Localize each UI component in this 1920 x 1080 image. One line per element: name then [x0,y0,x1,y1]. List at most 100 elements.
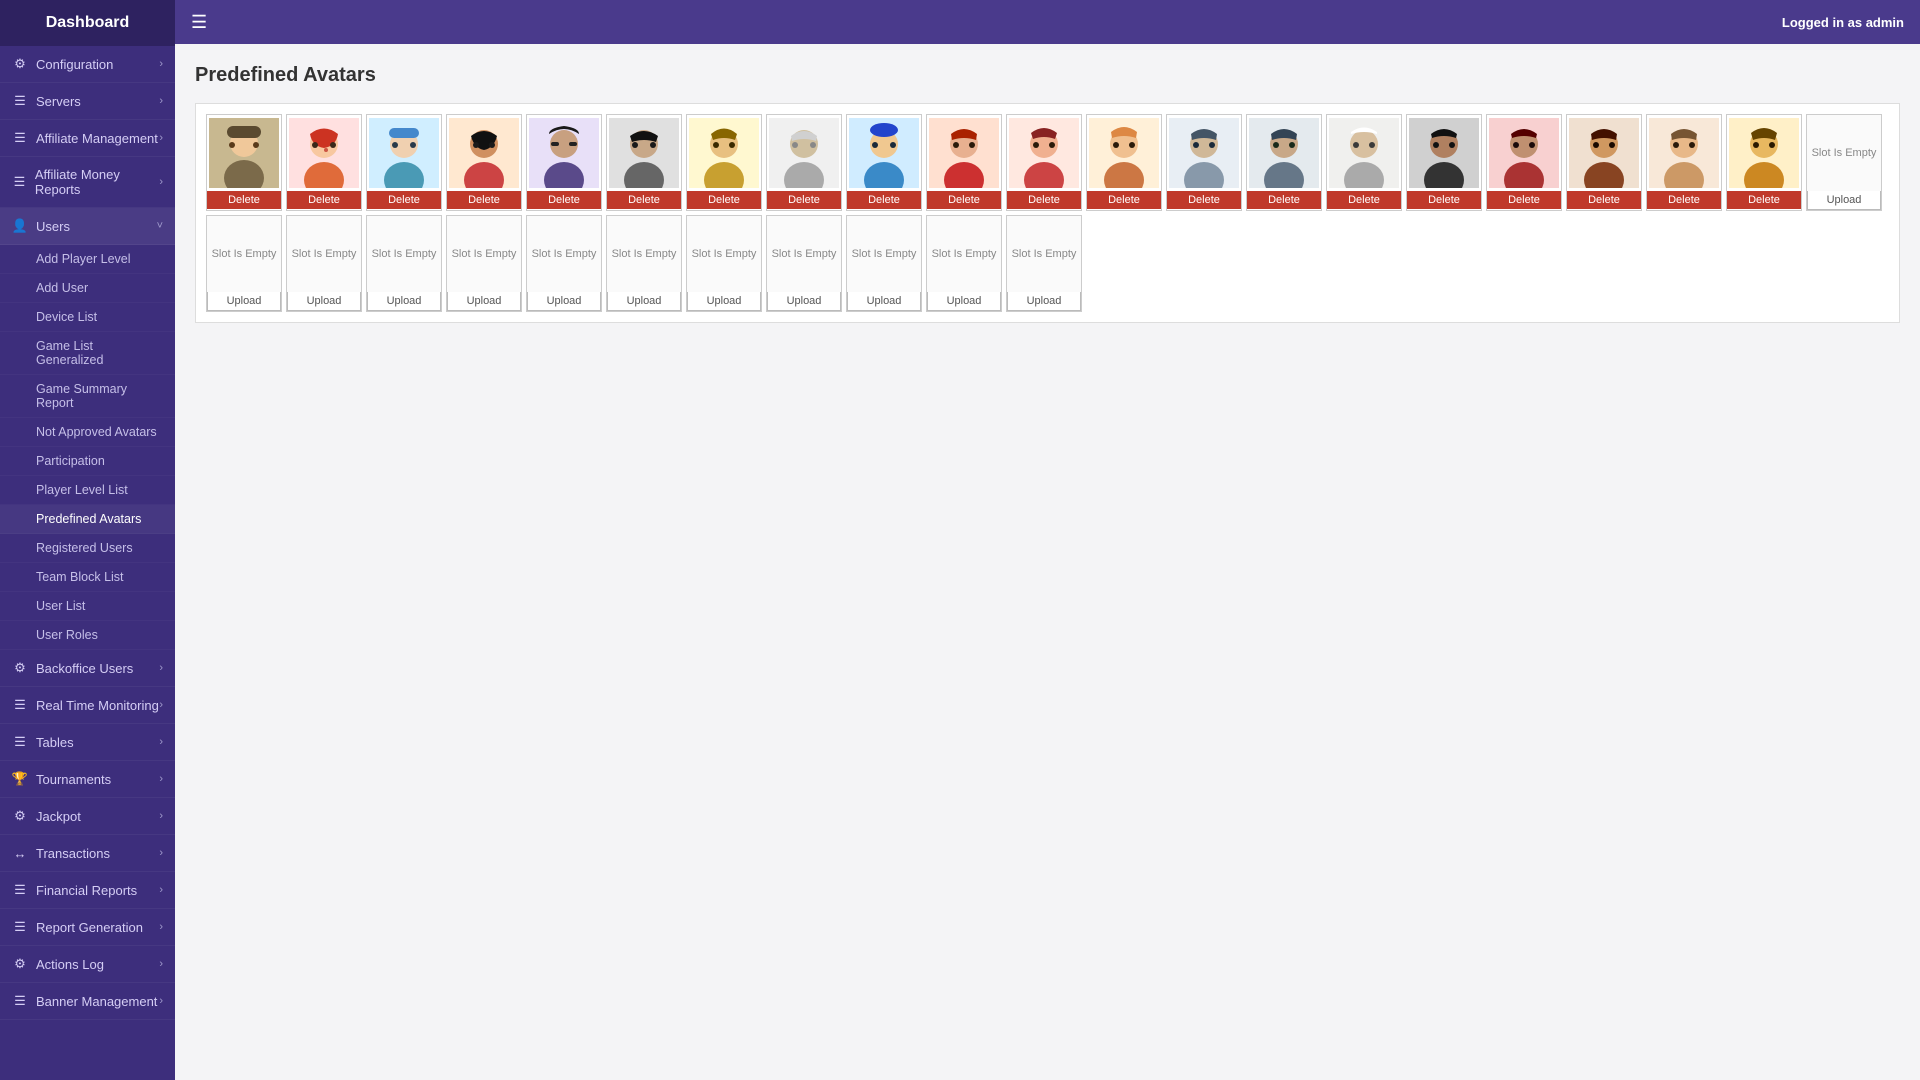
chevron-right-icon: › [159,662,163,674]
sidebar-sub-item-game-list-generalized[interactable]: Game List Generalized [0,332,175,375]
sidebar-sub-item-game-summary-report[interactable]: Game Summary Report [0,375,175,418]
upload-button-23[interactable]: Upload [287,292,361,311]
avatar-slot-21: Slot Is Empty Upload [1806,114,1882,211]
sidebar-item-backoffice-users[interactable]: ⚙ Backoffice Users › [0,650,175,687]
slot-empty-label-28: Slot Is Empty [686,216,762,292]
delete-button-16[interactable]: Delete [1407,191,1481,209]
delete-button-13[interactable]: Delete [1167,191,1241,209]
avatar-slot-19: Delete [1646,114,1722,211]
delete-button-20[interactable]: Delete [1727,191,1801,209]
delete-button-18[interactable]: Delete [1567,191,1641,209]
avatar-slot-3: Delete [366,114,442,211]
avatar-image-19 [1646,115,1722,191]
sidebar-item-affiliate-management[interactable]: ☰ Affiliate Management › [0,120,175,157]
sidebar-item-users[interactable]: 👤 Users ˅ [0,208,175,245]
sidebar-sub-item-device-list[interactable]: Device List [0,303,175,332]
avatar-slot-14: Delete [1246,114,1322,211]
chevron-right-icon: › [159,958,163,970]
avatar-slot-27: Slot Is Empty Upload [606,215,682,312]
delete-button-11[interactable]: Delete [1007,191,1081,209]
upload-button-27[interactable]: Upload [607,292,681,311]
delete-button-4[interactable]: Delete [447,191,521,209]
delete-button-7[interactable]: Delete [687,191,761,209]
chevron-right-icon: › [159,810,163,822]
sidebar-item-banner-management[interactable]: ☰ Banner Management › [0,983,175,1020]
upload-button-26[interactable]: Upload [527,292,601,311]
sidebar-sub-item-not-approved-avatars[interactable]: Not Approved Avatars [0,418,175,447]
sidebar-item-configuration[interactable]: ⚙ Configuration › [0,46,175,83]
sidebar-sub-item-user-list[interactable]: User List [0,592,175,621]
page-title: Predefined Avatars [195,64,1900,87]
sidebar-sub-item-add-player-level[interactable]: Add Player Level [0,245,175,274]
upload-button-22[interactable]: Upload [207,292,281,311]
avatar-image-6 [606,115,682,191]
delete-button-6[interactable]: Delete [607,191,681,209]
avatar-image-9 [846,115,922,191]
sidebar-item-report-generation[interactable]: ☰ Report Generation › [0,909,175,946]
sidebar-item-servers[interactable]: ☰ Servers › [0,83,175,120]
avatar-slot-11: Delete [1006,114,1082,211]
sidebar-item-affiliate-money-reports[interactable]: ☰ Affiliate Money Reports › [0,157,175,208]
avatar-image-2 [286,115,362,191]
slot-empty-label-25: Slot Is Empty [446,216,522,292]
sidebar-item-tournaments[interactable]: 🏆 Tournaments › [0,761,175,798]
sidebar-title: Dashboard [0,0,175,46]
delete-button-17[interactable]: Delete [1487,191,1561,209]
avatar-slot-28: Slot Is Empty Upload [686,215,762,312]
slot-empty-label-22: Slot Is Empty [206,216,282,292]
hamburger-menu-button[interactable]: ☰ [191,12,207,33]
sidebar-item-jackpot[interactable]: ⚙ Jackpot › [0,798,175,835]
sidebar-sub-item-registered-users[interactable]: Registered Users [0,534,175,563]
upload-button-32[interactable]: Upload [1007,292,1081,311]
avatar-slot-30: Slot Is Empty Upload [846,215,922,312]
sidebar-item-tables[interactable]: ☰ Tables › [0,724,175,761]
sidebar-sub-item-predefined-avatars[interactable]: Predefined Avatars [0,505,175,534]
upload-button-30[interactable]: Upload [847,292,921,311]
sidebar-sub-item-player-level-list[interactable]: Player Level List [0,476,175,505]
delete-button-3[interactable]: Delete [367,191,441,209]
delete-button-2[interactable]: Delete [287,191,361,209]
avatar-slot-5: Delete [526,114,602,211]
delete-button-12[interactable]: Delete [1087,191,1161,209]
tables-icon: ☰ [12,734,28,750]
avatar-slot-13: Delete [1166,114,1242,211]
sidebar-sub-item-add-user[interactable]: Add User [0,274,175,303]
avatar-slot-25: Slot Is Empty Upload [446,215,522,312]
upload-button-29[interactable]: Upload [767,292,841,311]
delete-button-10[interactable]: Delete [927,191,1001,209]
upload-button-25[interactable]: Upload [447,292,521,311]
sidebar-item-actions-log[interactable]: ⚙ Actions Log › [0,946,175,983]
upload-button-24[interactable]: Upload [367,292,441,311]
sidebar-sub-item-user-roles[interactable]: User Roles [0,621,175,650]
avatar-slot-32: Slot Is Empty Upload [1006,215,1082,312]
topbar-left: ☰ [191,12,207,33]
sidebar-sub-item-team-block-list[interactable]: Team Block List [0,563,175,592]
avatar-slot-20: Delete [1726,114,1802,211]
upload-button-31[interactable]: Upload [927,292,1001,311]
avatar-slot-8: Delete [766,114,842,211]
delete-button-5[interactable]: Delete [527,191,601,209]
slot-empty-label-26: Slot Is Empty [526,216,602,292]
delete-button-8[interactable]: Delete [767,191,841,209]
upload-button-28[interactable]: Upload [687,292,761,311]
sidebar: Dashboard ⚙ Configuration › ☰ Servers › … [0,0,175,1080]
sidebar-item-transactions[interactable]: ↔ Transactions › [0,835,175,872]
sidebar-sub-item-participation[interactable]: Participation [0,447,175,476]
delete-button-9[interactable]: Delete [847,191,921,209]
sidebar-item-real-time-monitoring[interactable]: ☰ Real Time Monitoring › [0,687,175,724]
avatar-slot-18: Delete [1566,114,1642,211]
avatar-image-18 [1566,115,1642,191]
avatar-slot-15: Delete [1326,114,1402,211]
delete-button-15[interactable]: Delete [1327,191,1401,209]
avatar-slot-17: Delete [1486,114,1562,211]
chevron-down-icon: ˅ [157,220,163,232]
delete-button-1[interactable]: Delete [207,191,281,209]
delete-button-19[interactable]: Delete [1647,191,1721,209]
content-area: Predefined Avatars Delete [175,44,1920,1080]
jackpot-icon: ⚙ [12,808,28,824]
sidebar-item-financial-reports[interactable]: ☰ Financial Reports › [0,872,175,909]
delete-button-14[interactable]: Delete [1247,191,1321,209]
slot-empty-label-23: Slot Is Empty [286,216,362,292]
chevron-right-icon: › [159,95,163,107]
upload-button-21[interactable]: Upload [1807,191,1881,210]
